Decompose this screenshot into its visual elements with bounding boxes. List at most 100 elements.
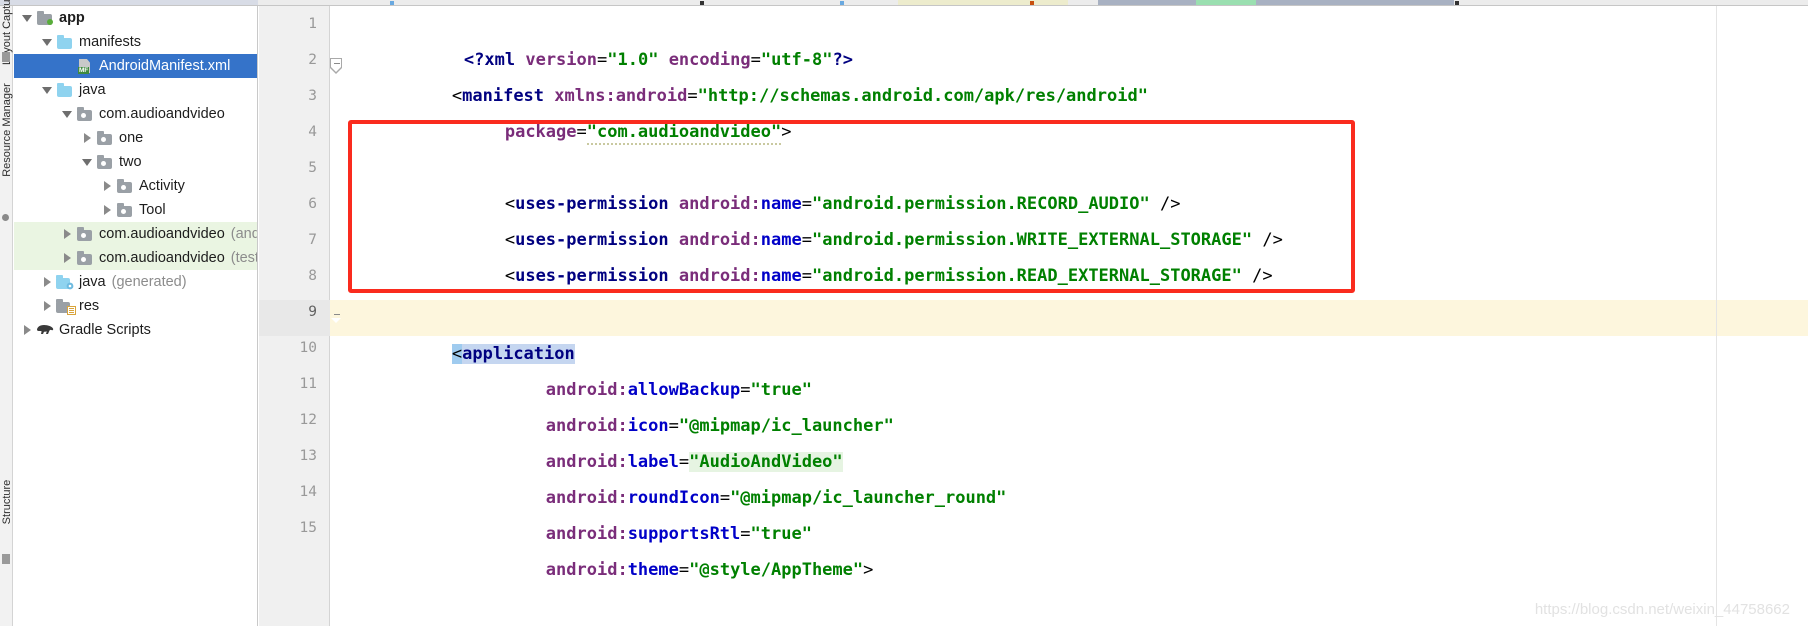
rail-chip-3 [2, 554, 10, 564]
package-icon [96, 130, 114, 146]
tree-item-res[interactable]: res [14, 294, 257, 318]
tree-twisty-expanded[interactable] [78, 150, 96, 174]
tree-twisty-collapsed[interactable] [18, 318, 36, 342]
tree-item-gradle-scripts[interactable]: Gradle Scripts [14, 318, 257, 342]
toolbar-green-segment [1196, 0, 1256, 5]
tree-item-label: app [59, 10, 85, 26]
package-icon [96, 154, 114, 170]
eq-15: = [678, 560, 690, 580]
attr15-colon: : [617, 560, 628, 580]
toolbar-dot-4 [1030, 1, 1034, 5]
gradle-elephant-icon [36, 322, 54, 338]
package-icon [76, 250, 94, 266]
line-number-8: 8 [308, 268, 317, 284]
module-folder-icon [36, 10, 54, 26]
tree-item-label: AndroidManifest.xml [99, 58, 231, 74]
tree-item-java[interactable]: java (generated) [14, 270, 257, 294]
tree-item-androidmanifest-xml[interactable]: MF AndroidManifest.xml [14, 54, 257, 78]
code-line-3: package="com.audioandvideo"> [382, 78, 791, 145]
package-icon [76, 226, 94, 242]
tree-item-label: com.audioandvideo [99, 226, 225, 242]
folder-icon [56, 34, 74, 50]
code-text-area[interactable]: <?xml version="1.0" encoding="utf-8"?> <… [330, 6, 1808, 626]
tree-item-activity[interactable]: Activity [14, 174, 257, 198]
tree-item-label: com.audioandvideo [99, 250, 225, 266]
tree-twisty-collapsed[interactable] [78, 126, 96, 150]
editor-right-divider [1716, 6, 1717, 626]
tree-item-label: one [119, 130, 144, 146]
folder-icon [56, 82, 74, 98]
tree-twisty-collapsed[interactable] [58, 246, 76, 270]
tree-item-label: Activity [139, 178, 185, 194]
tree-item-tool[interactable]: Tool [14, 198, 257, 222]
perm3-attr-name: name [760, 266, 802, 286]
tree-item-label: java [79, 82, 106, 98]
line-number-2: 2 [308, 52, 317, 68]
tree-item-app[interactable]: app [14, 6, 257, 30]
rail-chip-2 [2, 214, 9, 221]
editor-gutter[interactable]: 1 2 3 4 5 6 7 8 9 10 11 12 13 14 15 [259, 6, 330, 626]
project-tree-panel[interactable]: app manifests MF AndroidManifest.xml java com… [14, 6, 258, 626]
tree-twisty-expanded[interactable] [38, 30, 56, 54]
line-number-1: 1 [308, 16, 317, 32]
line-number-6: 6 [308, 196, 317, 212]
tree-item-suffix: (andro [230, 226, 257, 242]
perm3-lt: < [504, 266, 516, 286]
tree-item-label: manifests [79, 34, 142, 50]
tree-item-one[interactable]: one [14, 126, 257, 150]
tree-item-label: java [79, 274, 106, 290]
perm3-tag: uses-permission [515, 266, 669, 286]
package-icon [116, 202, 134, 218]
tree-item-label: Tool [139, 202, 166, 218]
toolbar-dot-2 [700, 1, 704, 5]
tree-twisty-collapsed[interactable] [58, 222, 76, 246]
perm3-value: "android.permission.READ_EXTERNAL_STORAG… [811, 266, 1242, 286]
tree-item-manifests[interactable]: manifests [14, 30, 257, 54]
code-line-6: <uses-permission android:name="android.p… [382, 186, 1283, 250]
tree-item-label: two [119, 154, 142, 170]
left-tool-rail: Layout Captures Resource Manager Structu… [0, 0, 13, 626]
code-line-1: <?xml version="1.0" encoding="utf-8"?> [382, 6, 853, 70]
line-number-5: 5 [308, 160, 317, 176]
tree-twisty-expanded[interactable] [38, 78, 56, 102]
tree-twisty-expanded[interactable] [58, 102, 76, 126]
line-number-4: 4 [308, 124, 317, 140]
tree-item-java[interactable]: java [14, 78, 257, 102]
application-gt: > [863, 560, 874, 580]
tree-item-com-audioandvideo[interactable]: com.audioandvideo [14, 102, 257, 126]
tree-item-suffix: (generated) [111, 274, 187, 290]
rail-chip-1 [2, 52, 10, 62]
tree-item-label: res [79, 298, 100, 314]
tree-twisty-collapsed[interactable] [38, 294, 56, 318]
rail-item-structure[interactable]: Structure [1, 457, 13, 547]
attr15-ns: android [545, 560, 618, 580]
code-line-10: android:allowBackup="true" [382, 336, 812, 400]
code-editor[interactable]: 1 2 3 4 5 6 7 8 9 10 11 12 13 14 15 <?xml version="1.0… [259, 6, 1808, 626]
tree-item-label: Gradle Scripts [59, 322, 151, 338]
tree-item-suffix: (test) [230, 250, 257, 266]
toolbar-dot-1 [390, 1, 394, 5]
code-line-11: android:icon="@mipmap/ic_launcher" [382, 372, 894, 436]
line-number-15: 15 [299, 520, 317, 536]
line-number-14: 14 [299, 484, 317, 500]
tree-item-com-audioandvideo[interactable]: com.audioandvideo (test) [14, 246, 257, 270]
attr15-value: "@style/AppTheme" [689, 560, 864, 580]
code-line-13: android:roundIcon="@mipmap/ic_launcher_r… [382, 444, 1007, 508]
package-attr: package [504, 122, 577, 142]
package-icon [76, 106, 94, 122]
tree-twisty-expanded[interactable] [18, 6, 36, 30]
code-line-15: android:theme="@style/AppTheme"> [382, 516, 874, 580]
android-studio-window: Layout Captures Resource Manager Structu… [0, 0, 1808, 626]
code-line-7: <uses-permission android:name="android.p… [382, 222, 1273, 286]
tree-item-com-audioandvideo[interactable]: com.audioandvideo (andro [14, 222, 257, 246]
perm3-colon: : [750, 266, 761, 286]
tree-item-two[interactable]: two [14, 150, 257, 174]
line-number-13: 13 [299, 448, 317, 464]
watermark: https://blog.csdn.net/weixin_44758662 [1534, 601, 1790, 618]
rail-item-resource-manager[interactable]: Resource Manager [1, 75, 13, 185]
tree-twisty-collapsed[interactable] [98, 174, 116, 198]
tree-twisty-collapsed[interactable] [98, 198, 116, 222]
attr15-name: theme [627, 560, 679, 580]
tree-twisty-collapsed[interactable] [38, 270, 56, 294]
line-number-3: 3 [308, 88, 317, 104]
